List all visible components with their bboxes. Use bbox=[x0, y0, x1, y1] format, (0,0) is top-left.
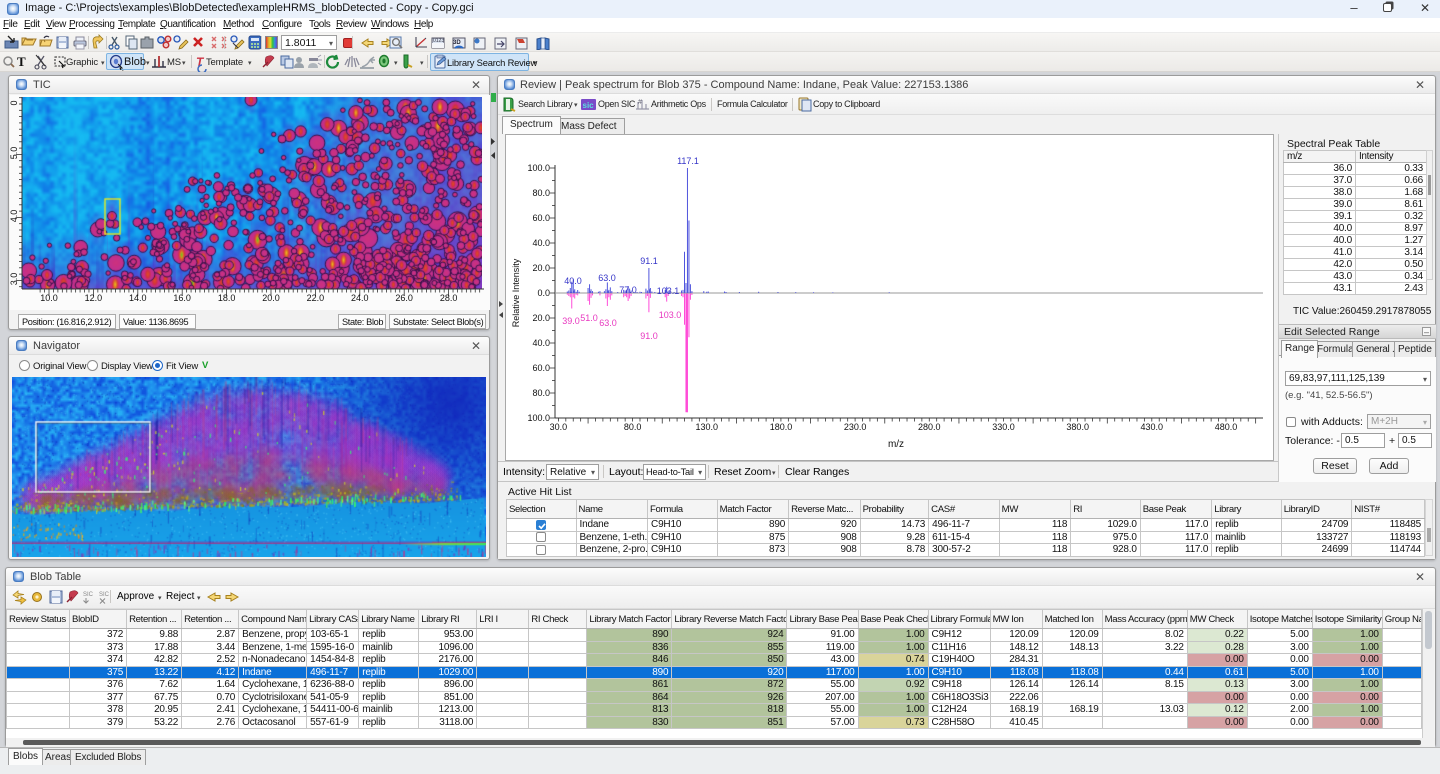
svg-text:20.0: 20.0 bbox=[532, 263, 550, 273]
svg-text:40.0: 40.0 bbox=[564, 276, 582, 286]
svg-text:103.0: 103.0 bbox=[659, 310, 682, 320]
svg-text:m/z: m/z bbox=[888, 439, 904, 450]
svg-text:0.0: 0.0 bbox=[537, 288, 550, 298]
svg-text:51.0: 51.0 bbox=[580, 313, 598, 323]
svg-text:T: T bbox=[17, 54, 26, 69]
svg-text:5.0: 5.0 bbox=[10, 147, 19, 160]
svg-text:39.0: 39.0 bbox=[562, 316, 580, 326]
svg-text:103.1: 103.1 bbox=[657, 286, 680, 296]
svg-text:sic: sic bbox=[583, 101, 595, 110]
svg-text:SIC: SIC bbox=[83, 592, 94, 598]
svg-text:80.0: 80.0 bbox=[532, 388, 550, 398]
svg-text:130.0: 130.0 bbox=[696, 422, 719, 432]
svg-text:40.0: 40.0 bbox=[532, 238, 550, 248]
svg-text:60.0: 60.0 bbox=[532, 363, 550, 373]
svg-text:10.0: 10.0 bbox=[40, 293, 58, 303]
svg-text:22.0: 22.0 bbox=[307, 293, 325, 303]
svg-text:26.0: 26.0 bbox=[395, 293, 413, 303]
svg-text:12.0: 12.0 bbox=[85, 293, 103, 303]
svg-text:91.1: 91.1 bbox=[640, 256, 658, 266]
svg-text:3D: 3D bbox=[453, 40, 461, 46]
svg-text:28.0: 28.0 bbox=[440, 293, 458, 303]
svg-text:280.0: 280.0 bbox=[918, 422, 941, 432]
svg-text:480.0: 480.0 bbox=[1215, 422, 1238, 432]
svg-text:24.0: 24.0 bbox=[351, 293, 369, 303]
svg-text:40.0: 40.0 bbox=[532, 338, 550, 348]
svg-text:SIC: SIC bbox=[99, 592, 110, 598]
svg-text:63.0: 63.0 bbox=[598, 273, 616, 283]
svg-text:63.0: 63.0 bbox=[599, 318, 617, 328]
svg-text:77.0: 77.0 bbox=[619, 285, 637, 295]
svg-text:20.0: 20.0 bbox=[262, 293, 280, 303]
svg-text:14.0: 14.0 bbox=[129, 293, 147, 303]
svg-text:0: 0 bbox=[10, 100, 19, 105]
svg-text:430.0: 430.0 bbox=[1141, 422, 1164, 432]
svg-text:80.0: 80.0 bbox=[624, 422, 642, 432]
svg-text:4.0: 4.0 bbox=[10, 210, 19, 223]
svg-text:Relative Intensity: Relative Intensity bbox=[511, 258, 521, 327]
svg-text:16.0: 16.0 bbox=[173, 293, 191, 303]
svg-text:20.0: 20.0 bbox=[532, 313, 550, 323]
svg-text:T: T bbox=[196, 55, 205, 69]
svg-text:#: # bbox=[638, 99, 642, 106]
svg-text:91.0: 91.0 bbox=[640, 331, 658, 341]
svg-text:230.0: 230.0 bbox=[844, 422, 867, 432]
svg-text:3.0: 3.0 bbox=[10, 273, 19, 286]
svg-text:60.0: 60.0 bbox=[532, 213, 550, 223]
svg-text:180.0: 180.0 bbox=[770, 422, 793, 432]
svg-text:100.0: 100.0 bbox=[527, 413, 550, 423]
svg-text:380.0: 380.0 bbox=[1066, 422, 1089, 432]
svg-text:117.1: 117.1 bbox=[677, 156, 699, 166]
svg-text:330.0: 330.0 bbox=[992, 422, 1015, 432]
svg-text:100.0: 100.0 bbox=[527, 163, 550, 173]
svg-text:80.0: 80.0 bbox=[532, 188, 550, 198]
svg-text:18.0: 18.0 bbox=[218, 293, 236, 303]
svg-text:30.0: 30.0 bbox=[550, 422, 568, 432]
